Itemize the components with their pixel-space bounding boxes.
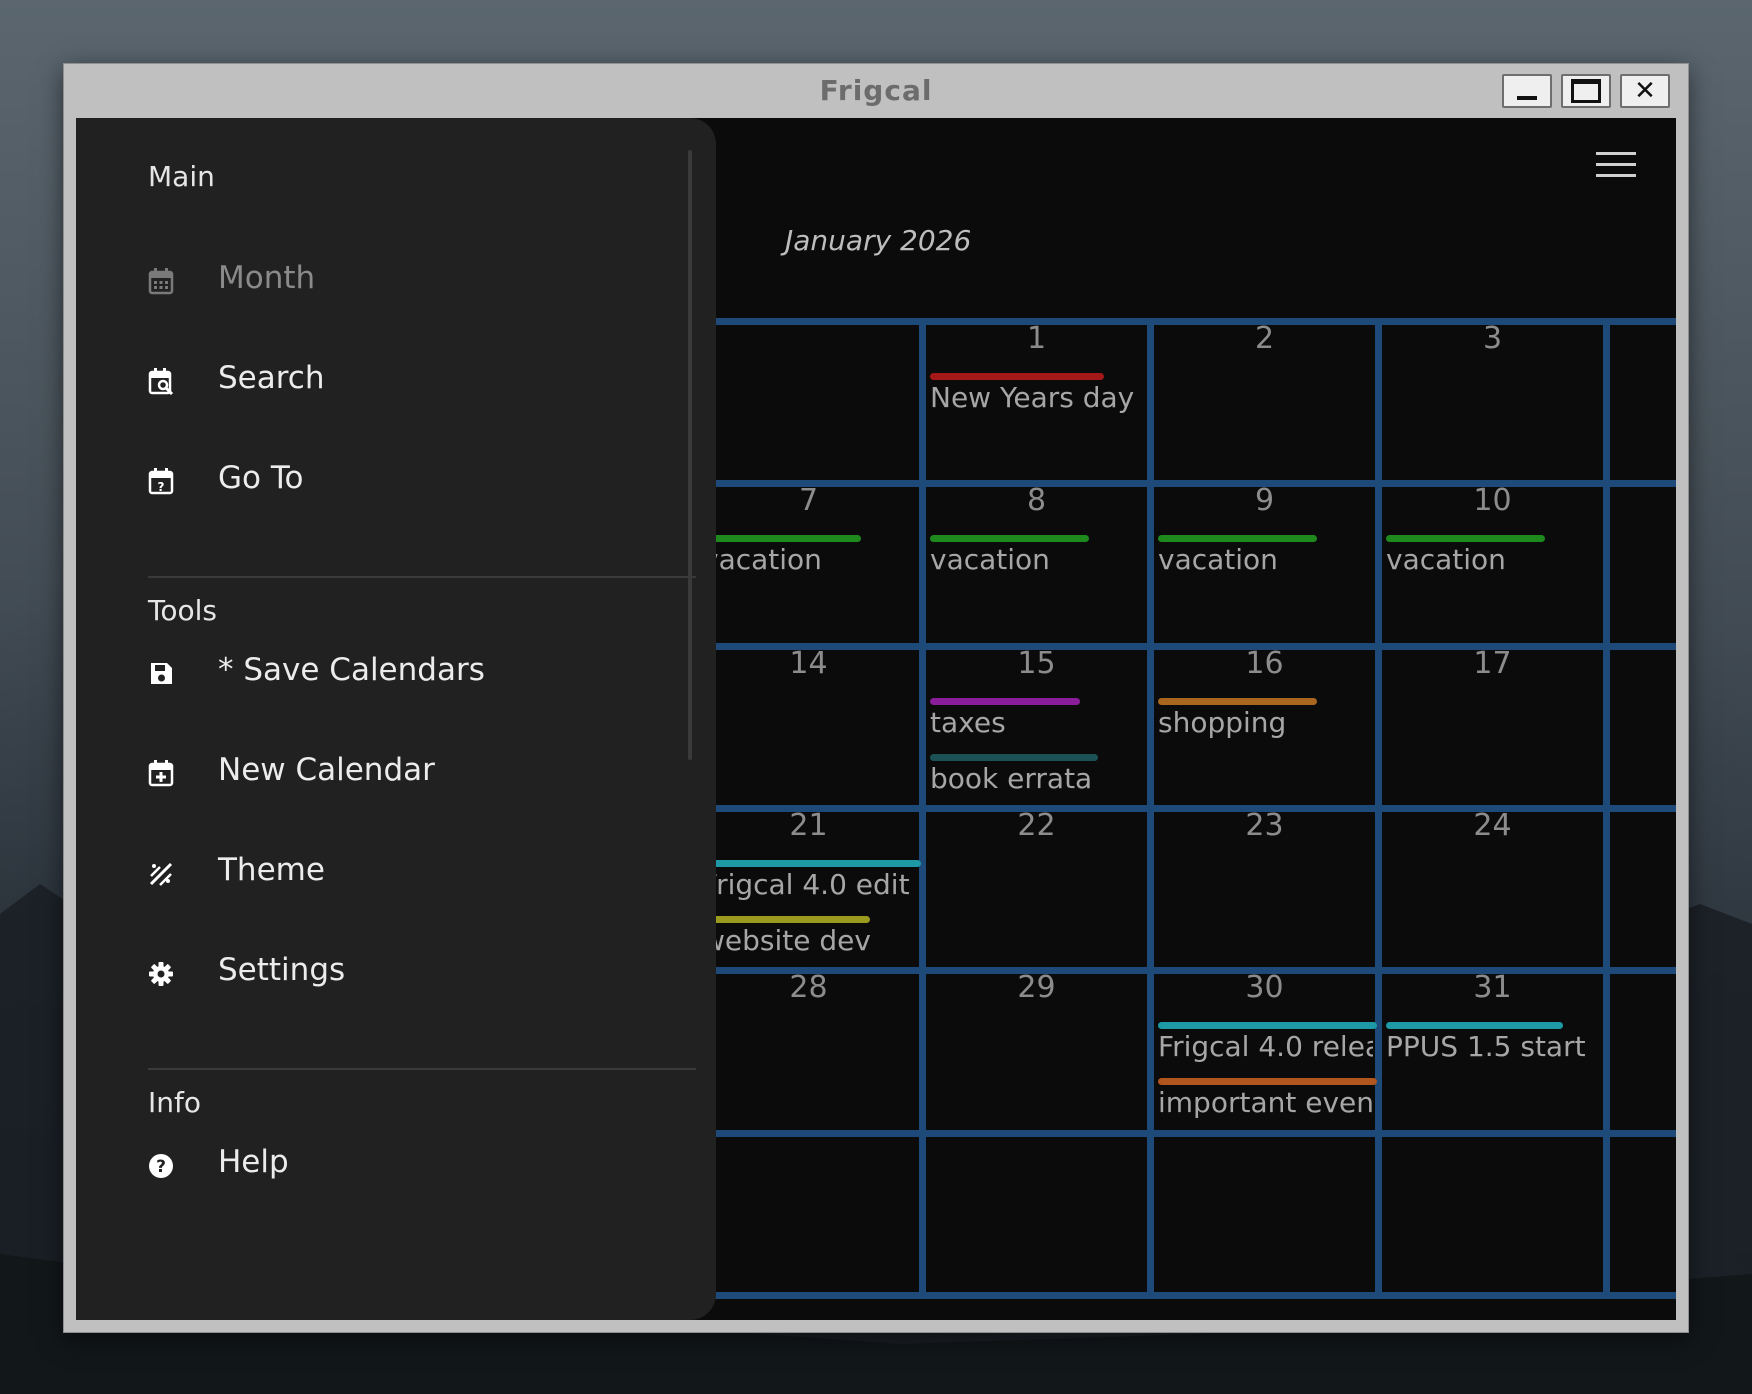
drawer-divider [148,576,696,578]
title-bar[interactable]: Frigcal ✕ [64,64,1688,118]
event-color-bar[interactable] [702,535,861,542]
minimize-button[interactable] [1502,74,1552,108]
close-icon: ✕ [1634,76,1656,106]
drawer-item-goto[interactable]: ? Go To [76,440,688,530]
drawer-item-new-calendar[interactable]: New Calendar [76,732,688,822]
day-cell[interactable] [698,325,919,480]
maximize-icon [1571,79,1601,103]
event-color-bar[interactable] [1158,1022,1377,1029]
event-color-bar[interactable] [930,373,1104,380]
minimize-icon [1517,96,1537,100]
drawer-item-label: Help [218,1144,289,1180]
event-label[interactable]: Frigcal 4.0 edit b [702,868,917,901]
window-title: Frigcal [819,74,933,107]
calendar-month-icon [148,268,174,295]
event-label[interactable]: vacation [702,543,917,576]
drawer-item-help[interactable]: ? Help [76,1124,688,1214]
day-cell[interactable] [698,1137,919,1292]
day-number: 7 [798,483,819,518]
day-number: 17 [1473,646,1512,681]
day-number: 10 [1473,483,1512,518]
grid-line [1603,318,1610,1292]
event-color-bar[interactable] [1386,535,1545,542]
day-number: 3 [1482,321,1503,356]
event-label[interactable]: important event [1158,1086,1373,1119]
day-number: 30 [1245,970,1284,1005]
event-color-bar[interactable] [1158,698,1317,705]
theme-icon [149,862,173,886]
day-number: 1 [1026,321,1047,356]
event-color-bar[interactable] [930,698,1080,705]
calendar-plus-icon [148,760,174,787]
event-label[interactable]: shopping [1158,706,1373,739]
event-label[interactable]: vacation [930,543,1145,576]
day-number: 24 [1473,808,1512,843]
help-icon: ? [149,1154,173,1178]
drawer-item-settings[interactable]: Settings [76,932,688,1022]
day-number: 2 [1254,321,1275,356]
drawer-item-search[interactable]: Search [76,340,688,430]
drawer-item-theme[interactable]: Theme [76,832,688,922]
close-button[interactable]: ✕ [1620,74,1670,108]
event-label[interactable]: book errata [930,762,1145,795]
calendar-search-icon [148,368,174,395]
event-color-bar[interactable] [930,535,1089,542]
event-label[interactable]: vacation [1158,543,1373,576]
calendar-question-icon: ? [148,468,174,495]
drawer-scrollbar[interactable] [688,150,692,760]
event-label[interactable]: vacation [1386,543,1601,576]
app-client-area: January 2026 1 New Years day 2 3 7 vacation 8 v… [76,118,1676,1320]
event-color-bar[interactable] [702,916,870,923]
day-number: 29 [1017,970,1056,1005]
day-cell[interactable] [926,1137,1147,1292]
svg-text:?: ? [156,1157,166,1177]
maximize-button[interactable] [1561,74,1611,108]
save-icon [151,663,172,684]
event-color-bar[interactable] [1386,1022,1563,1029]
drawer-item-save-calendars[interactable]: * Save Calendars [76,632,688,722]
gear-icon [149,962,173,986]
event-label[interactable]: website dev [702,924,917,957]
day-number: 23 [1245,808,1284,843]
day-number: 31 [1473,970,1512,1005]
drawer-item-label: * Save Calendars [218,652,485,688]
event-label[interactable]: New Years day [930,381,1145,414]
svg-text:?: ? [158,480,165,494]
section-main: Main [148,160,215,193]
event-color-bar[interactable] [1158,1078,1377,1085]
grid-line [919,318,926,1292]
drawer-item-label: Go To [218,460,304,496]
drawer-item-label: Settings [218,952,346,988]
grid-line [1147,318,1154,1292]
day-number: 8 [1026,483,1047,518]
day-number: 21 [789,808,828,843]
navigation-drawer: Main Month Search ? Go To Tools * Save C… [76,118,716,1320]
event-color-bar[interactable] [930,754,1098,761]
event-color-bar[interactable] [1158,535,1317,542]
app-window: Frigcal ✕ January 2026 1 New Years day 2 3 7… [64,64,1688,1332]
day-number: 15 [1017,646,1056,681]
event-label[interactable]: Frigcal 4.0 releas [1158,1030,1373,1063]
section-tools: Tools [148,594,217,627]
day-number: 14 [789,646,828,681]
event-color-bar[interactable] [702,860,921,867]
day-cell[interactable] [1382,1137,1603,1292]
section-info: Info [148,1086,201,1119]
drawer-item-label: Search [218,360,325,396]
drawer-divider [148,1068,696,1070]
drawer-item-label: Month [218,260,316,296]
day-cell[interactable] [1154,1137,1375,1292]
grid-line [1375,318,1382,1292]
event-label[interactable]: PPUS 1.5 start [1386,1030,1601,1063]
event-label[interactable]: taxes [930,706,1145,739]
drawer-item-label: Theme [218,852,325,888]
drawer-item-label: New Calendar [218,752,435,788]
day-number: 28 [789,970,828,1005]
drawer-item-month[interactable]: Month [76,240,688,330]
day-number: 9 [1254,483,1275,518]
day-number: 22 [1017,808,1056,843]
day-number: 16 [1245,646,1284,681]
